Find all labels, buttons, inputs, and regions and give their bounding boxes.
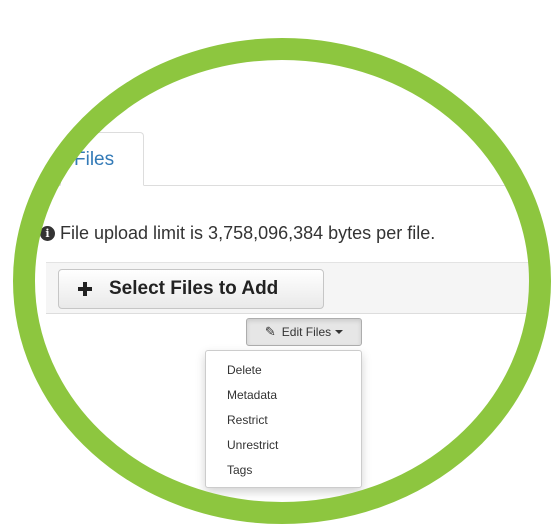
- screenshot-stage: Files i File upload limit is 3,758,096,3…: [0, 0, 558, 526]
- edit-files-label: Edit Files: [281, 325, 332, 339]
- select-files-label: Select Files to Add: [109, 278, 279, 299]
- select-files-button[interactable]: Select Files to Add: [58, 269, 324, 309]
- panel-divider: [46, 313, 558, 314]
- menu-item-delete[interactable]: Delete: [206, 358, 361, 383]
- plus-icon: [77, 281, 93, 297]
- info-circle-icon: i: [40, 225, 55, 241]
- edit-files-menu: Delete Metadata Restrict Unrestrict Tags: [205, 350, 362, 488]
- edit-files-button[interactable]: ✎ Edit Files: [246, 318, 362, 346]
- pencil-icon: ✎: [264, 324, 276, 339]
- upload-limit-notice: i File upload limit is 3,758,096,384 byt…: [40, 221, 435, 245]
- menu-item-unrestrict[interactable]: Unrestrict: [206, 433, 361, 458]
- tab-files-label[interactable]: Files: [74, 149, 114, 171]
- menu-item-metadata[interactable]: Metadata: [206, 383, 361, 408]
- files-page: Files i File upload limit is 3,758,096,3…: [0, 0, 558, 526]
- caret-down-icon: [335, 330, 344, 334]
- menu-item-tags[interactable]: Tags: [206, 458, 361, 483]
- upload-limit-text: File upload limit is 3,758,096,384 bytes…: [60, 222, 436, 243]
- menu-item-restrict[interactable]: Restrict: [206, 408, 361, 433]
